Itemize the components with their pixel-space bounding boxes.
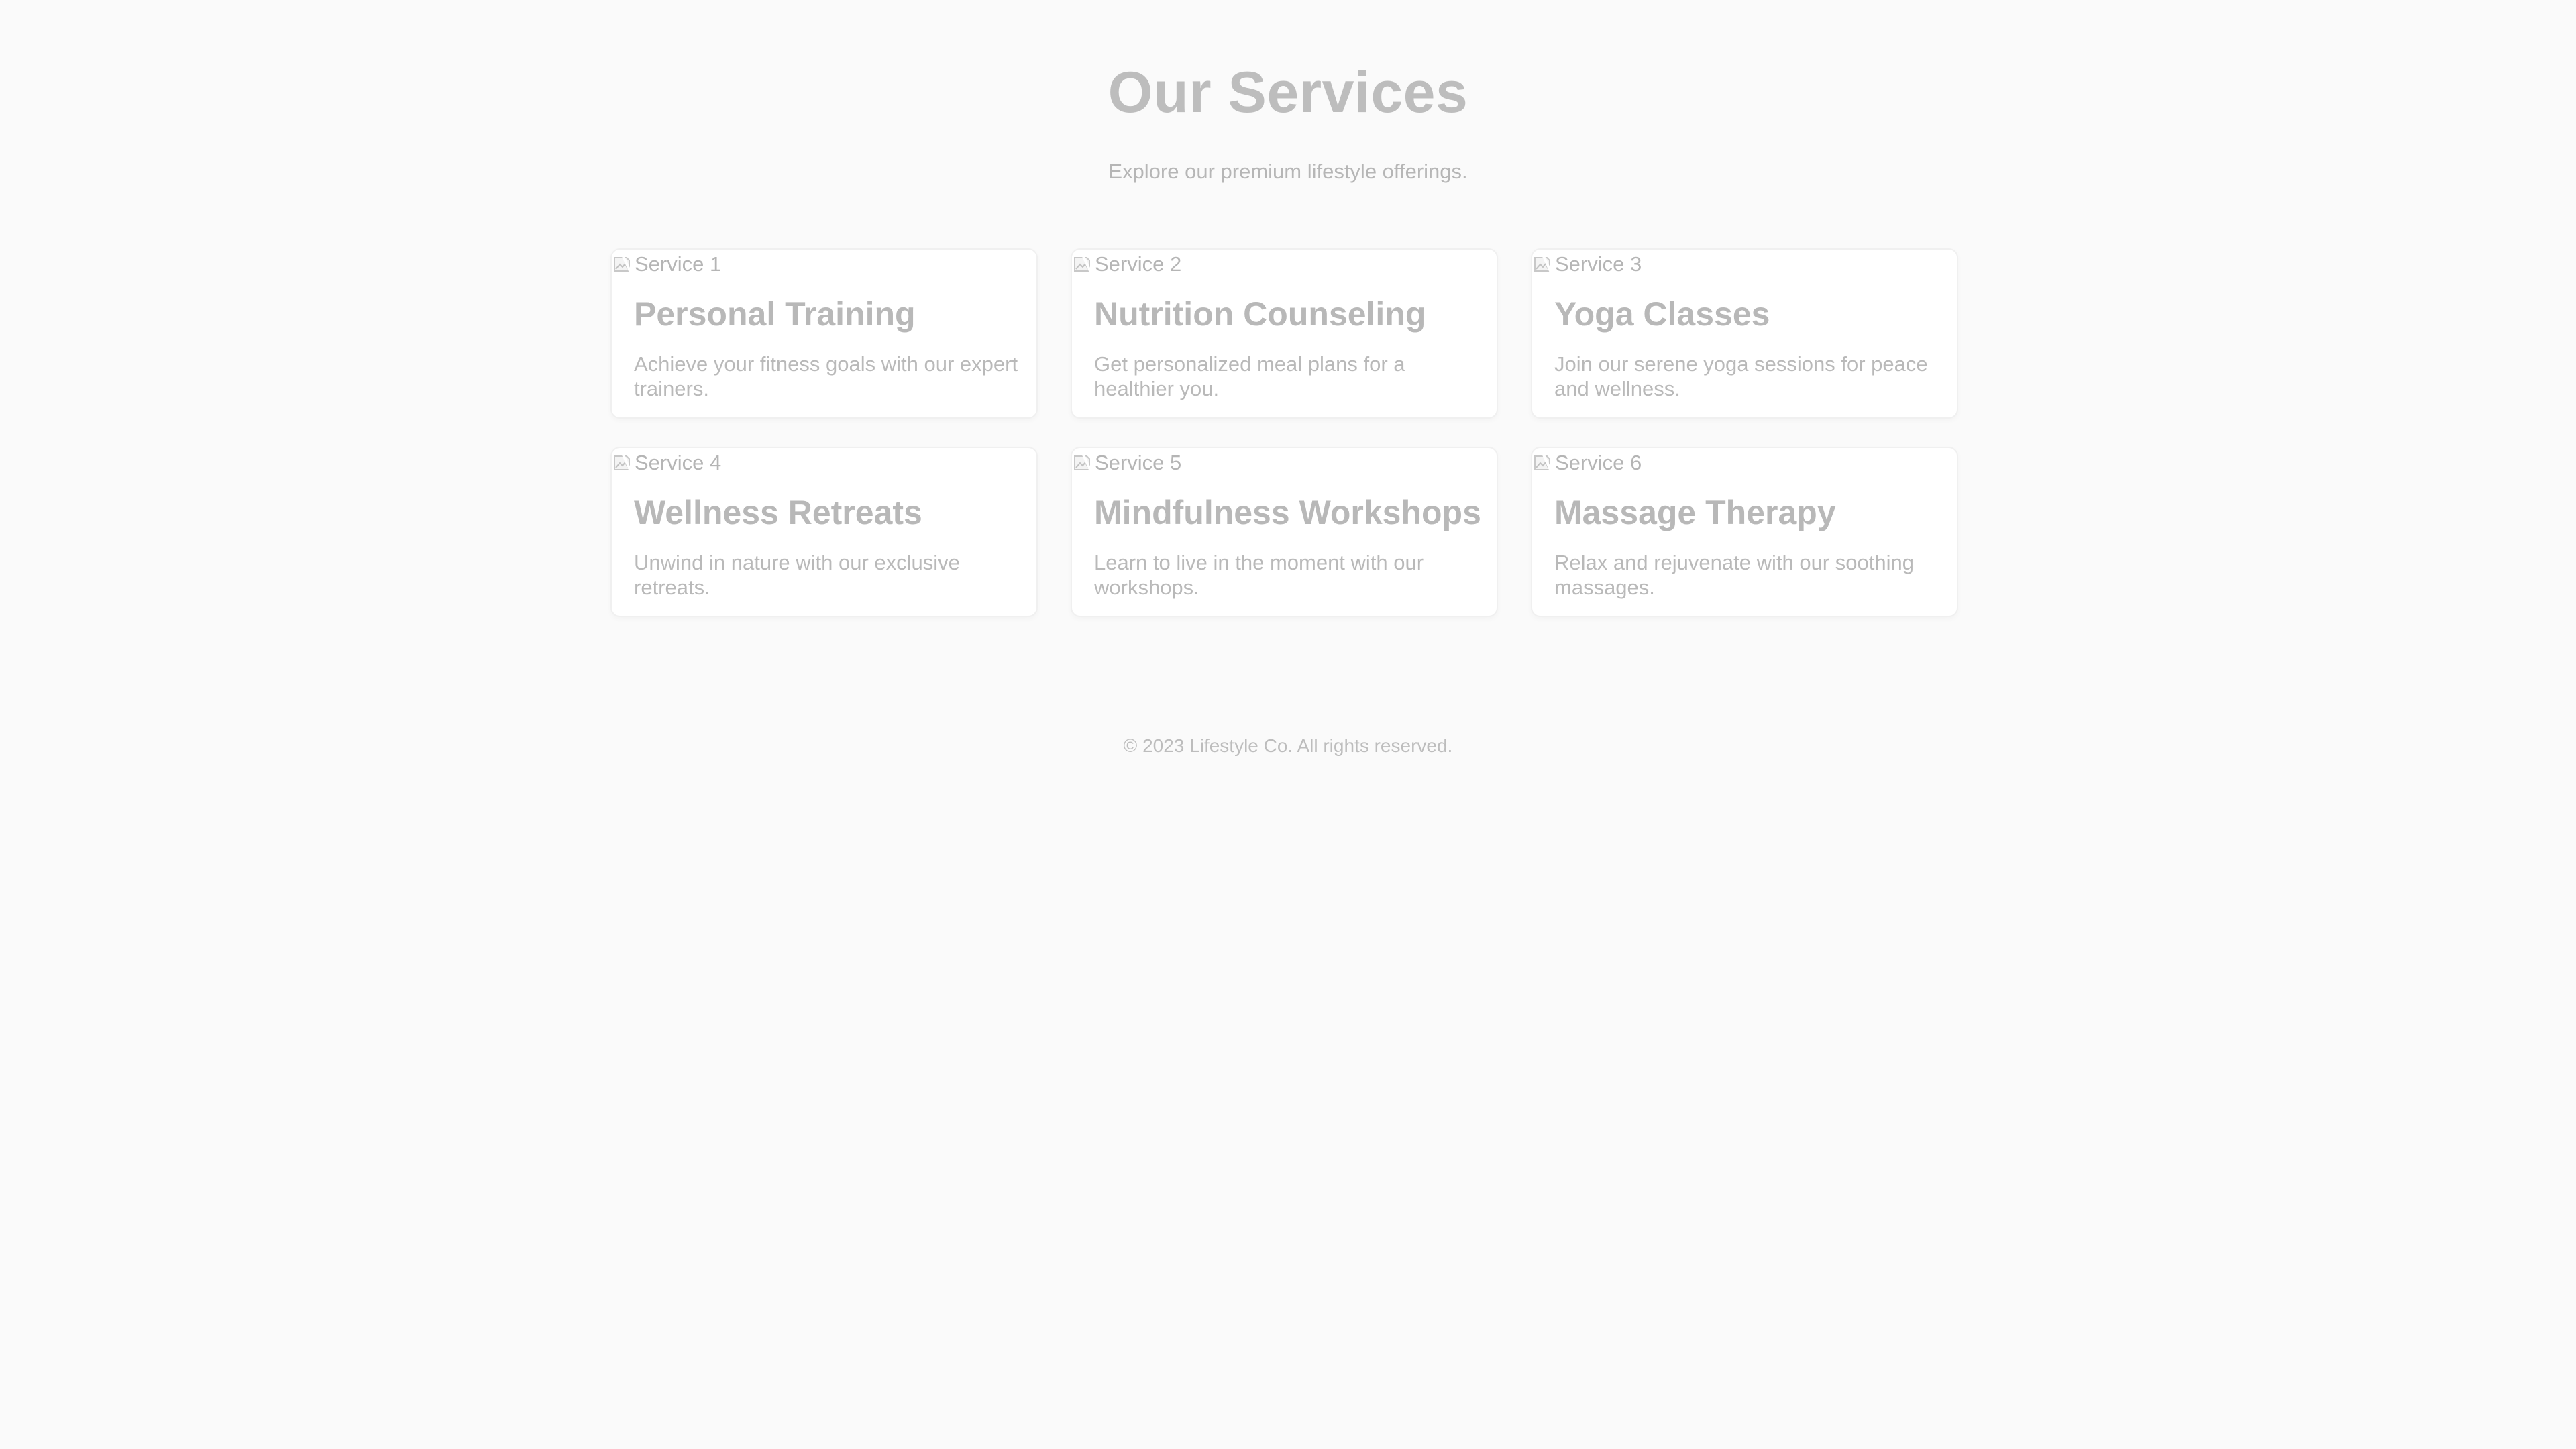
service-image-alt: Service 2 <box>1095 252 1182 276</box>
service-description: Relax and rejuvenate with our soothing m… <box>1554 551 1914 599</box>
service-card[interactable]: Service 6 Massage Therapy Relax and reju… <box>1531 447 1958 617</box>
service-card[interactable]: Service 2 Nutrition Counseling Get perso… <box>1071 248 1498 419</box>
service-title: Massage Therapy <box>1554 494 1836 531</box>
service-image-alt: Service 3 <box>1555 252 1642 276</box>
copyright-text: © 2023 Lifestyle Co. All rights reserved… <box>1123 735 1453 756</box>
broken-image-icon <box>1532 452 1554 474</box>
service-card[interactable]: Service 1 Personal Training Achieve your… <box>610 248 1038 419</box>
service-image: Service 3 <box>1532 251 1642 278</box>
service-title: Personal Training <box>634 295 916 333</box>
broken-image-icon <box>1072 452 1093 474</box>
page: Our Services Explore our premium lifesty… <box>0 0 2576 1449</box>
service-image: Service 4 <box>612 449 721 476</box>
service-image-alt: Service 4 <box>635 451 722 474</box>
broken-image-icon <box>612 254 633 275</box>
broken-image-icon <box>1072 254 1093 275</box>
service-title: Mindfulness Workshops <box>1094 494 1481 531</box>
broken-image-icon <box>1532 254 1554 275</box>
service-image-alt: Service 1 <box>635 252 722 276</box>
service-title: Wellness Retreats <box>634 494 922 531</box>
service-image: Service 2 <box>1072 251 1181 278</box>
service-title: Yoga Classes <box>1554 295 1770 333</box>
page-title: Our Services <box>1108 60 1468 125</box>
service-description: Achieve your fitness goals with our expe… <box>634 352 1018 400</box>
service-description: Join our serene yoga sessions for peace … <box>1554 352 1928 400</box>
service-card[interactable]: Service 5 Mindfulness Workshops Learn to… <box>1071 447 1498 617</box>
service-image-alt: Service 6 <box>1555 451 1642 474</box>
service-image: Service 6 <box>1532 449 1642 476</box>
page-subtitle: Explore our premium lifestyle offerings. <box>1108 160 1468 183</box>
service-title: Nutrition Counseling <box>1094 295 1426 333</box>
service-description: Unwind in nature with our exclusive retr… <box>634 551 960 599</box>
service-card[interactable]: Service 3 Yoga Classes Join our serene y… <box>1531 248 1958 419</box>
footer: © 2023 Lifestyle Co. All rights reserved… <box>0 733 2576 759</box>
broken-image-icon <box>612 452 633 474</box>
service-description: Learn to live in the moment with our wor… <box>1094 551 1424 599</box>
services-grid: Service 1 Personal Training Achieve your… <box>610 248 1963 617</box>
service-image: Service 5 <box>1072 449 1181 476</box>
services-header: Our Services Explore our premium lifesty… <box>0 60 2576 183</box>
service-card[interactable]: Service 4 Wellness Retreats Unwind in na… <box>610 447 1038 617</box>
service-description: Get personalized meal plans for a health… <box>1094 352 1405 400</box>
service-image: Service 1 <box>612 251 721 278</box>
service-image-alt: Service 5 <box>1095 451 1182 474</box>
